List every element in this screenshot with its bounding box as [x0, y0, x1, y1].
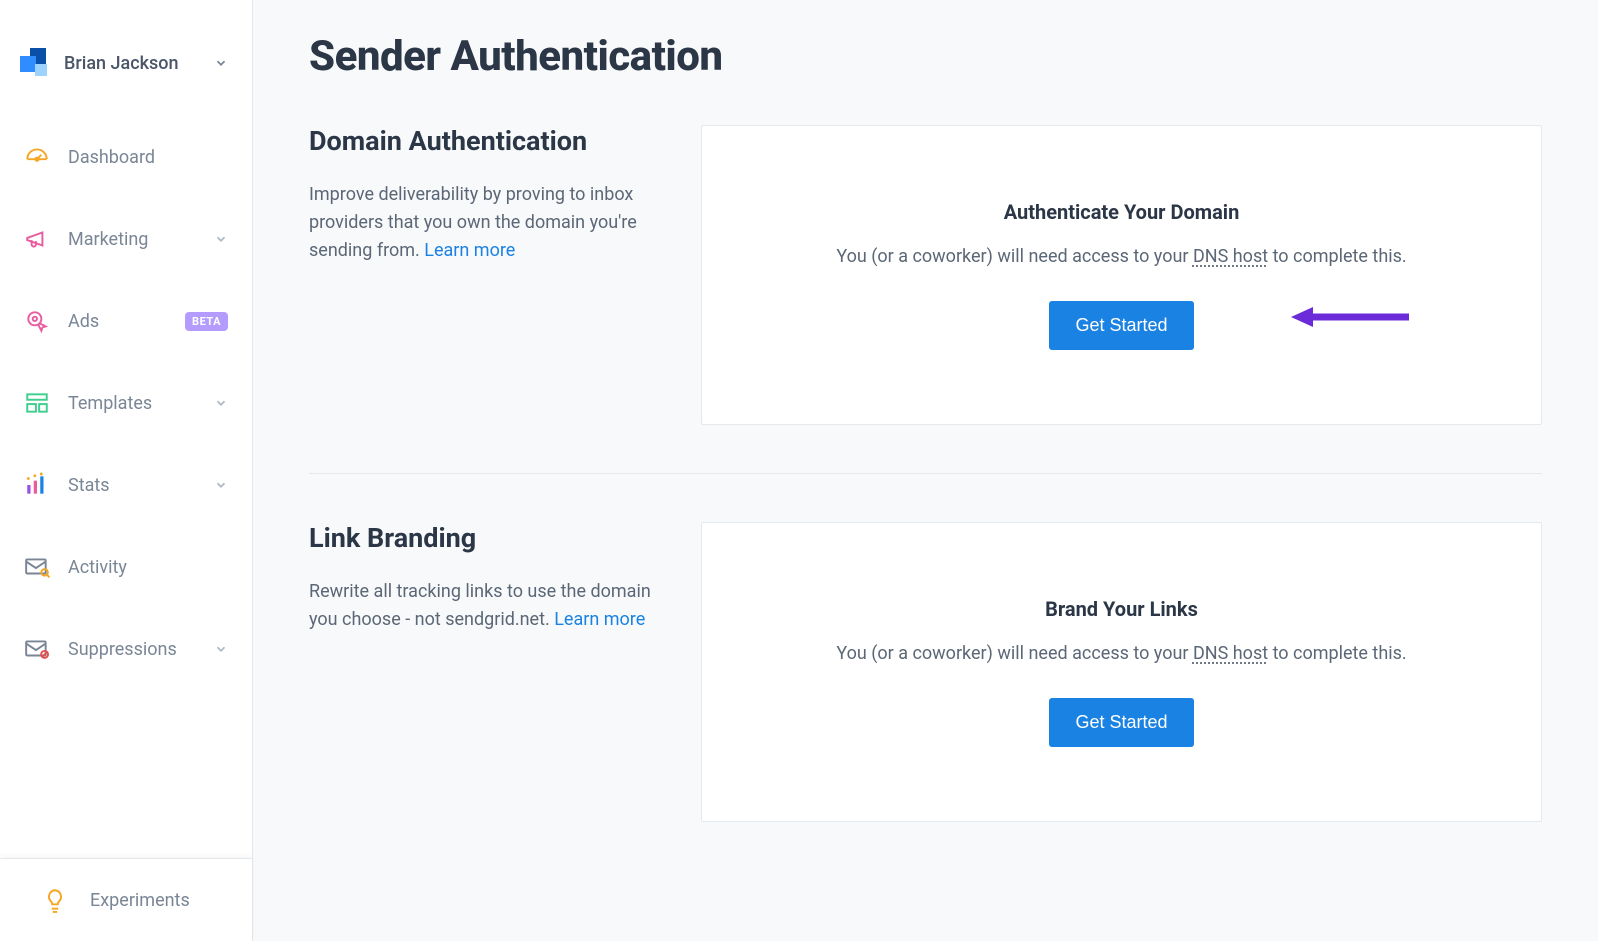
sidebar-item-label: Experiments: [90, 890, 228, 911]
megaphone-icon: [24, 226, 50, 252]
chevron-down-icon: [214, 232, 228, 246]
sidebar-item-dashboard[interactable]: Dashboard: [0, 118, 252, 196]
section-description: Rewrite all tracking links to use the do…: [309, 578, 669, 634]
account-logo-icon: [20, 48, 50, 78]
sidebar-item-marketing[interactable]: Marketing: [0, 200, 252, 278]
beta-badge: BETA: [185, 312, 228, 331]
sidebar-item-label: Suppressions: [68, 639, 196, 660]
get-started-button[interactable]: Get Started: [1049, 698, 1193, 747]
chevron-down-icon: [214, 56, 228, 70]
sidebar-item-suppressions[interactable]: Suppressions: [0, 610, 252, 688]
lightbulb-icon: [42, 887, 68, 913]
mail-search-icon: [24, 554, 50, 580]
annotation-arrow-icon: [1291, 305, 1411, 329]
layout-icon: [24, 390, 50, 416]
card-description: You (or a coworker) will need access to …: [836, 246, 1406, 267]
sidebar-nav: Dashboard Marketing Ads BETA: [0, 118, 252, 688]
section-heading: Domain Authentication: [309, 125, 669, 157]
sidebar-item-label: Stats: [68, 475, 196, 496]
card-brand-links: Brand Your Links You (or a coworker) wil…: [701, 522, 1542, 822]
section-link-branding: Link Branding Rewrite all tracking links…: [309, 473, 1542, 870]
sidebar-item-templates[interactable]: Templates: [0, 364, 252, 442]
section-heading: Link Branding: [309, 522, 669, 554]
sidebar-item-experiments[interactable]: Experiments: [0, 859, 252, 941]
card-title: Brand Your Links: [1045, 597, 1198, 621]
mail-block-icon: [24, 636, 50, 662]
section-description: Improve deliverability by proving to inb…: [309, 181, 669, 265]
sidebar-item-label: Activity: [68, 557, 228, 578]
main-content: Sender Authentication Domain Authenticat…: [253, 0, 1598, 941]
dns-host-term: DNS host: [1193, 643, 1268, 664]
cursor-icon: [24, 308, 50, 334]
card-description: You (or a coworker) will need access to …: [836, 643, 1406, 664]
sidebar-item-activity[interactable]: Activity: [0, 528, 252, 606]
section-domain-authentication: Domain Authentication Improve deliverabi…: [309, 125, 1542, 473]
card-authenticate-domain: Authenticate Your Domain You (or a cowor…: [701, 125, 1542, 425]
card-title: Authenticate Your Domain: [1004, 200, 1240, 224]
sidebar-item-label: Dashboard: [68, 147, 228, 168]
chevron-down-icon: [214, 642, 228, 656]
account-switcher[interactable]: Brian Jackson: [0, 0, 252, 118]
page-title: Sender Authentication: [309, 32, 1542, 81]
sidebar-item-label: Ads: [68, 311, 167, 332]
sidebar: Brian Jackson Dashboard Marketing: [0, 0, 253, 941]
account-name: Brian Jackson: [64, 53, 200, 74]
learn-more-link[interactable]: Learn more: [424, 240, 515, 261]
sidebar-item-ads[interactable]: Ads BETA: [0, 282, 252, 360]
chevron-down-icon: [214, 396, 228, 410]
bar-chart-icon: [24, 472, 50, 498]
get-started-button[interactable]: Get Started: [1049, 301, 1193, 350]
sidebar-bottom: Experiments: [0, 858, 252, 941]
gauge-icon: [24, 144, 50, 170]
learn-more-link[interactable]: Learn more: [554, 609, 645, 630]
sidebar-item-label: Templates: [68, 393, 196, 414]
sidebar-item-label: Marketing: [68, 229, 196, 250]
sidebar-item-stats[interactable]: Stats: [0, 446, 252, 524]
dns-host-term: DNS host: [1193, 246, 1268, 267]
chevron-down-icon: [214, 478, 228, 492]
